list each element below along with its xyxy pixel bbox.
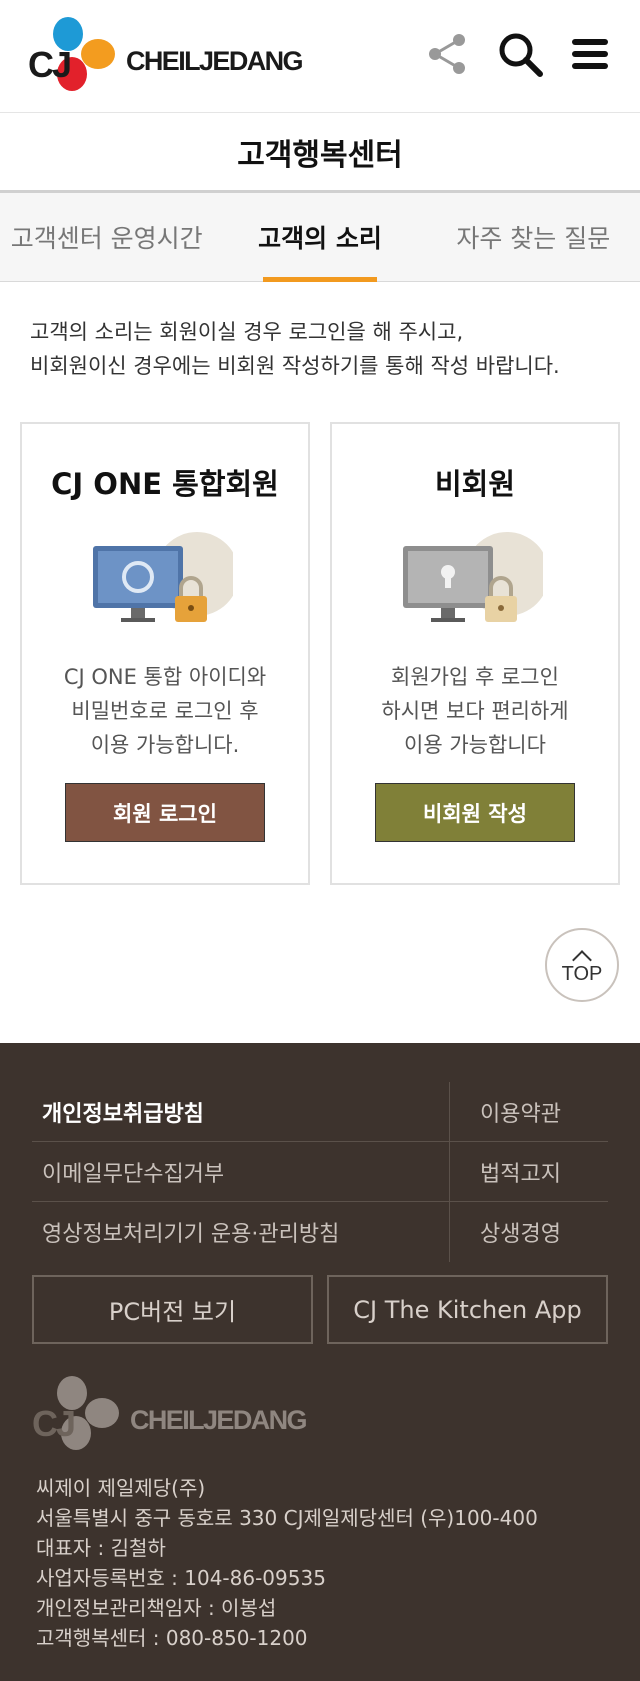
company-info: 씨제이 제일제당(주) 서울특별시 중구 동호로 330 CJ제일제당센터 (우… [36, 1473, 538, 1653]
site-header: CJ CHEILJEDANG [0, 0, 640, 113]
kitchen-app-button[interactable]: CJ The Kitchen App [327, 1275, 608, 1344]
tab-operating-hours[interactable]: 고객센터 운영시간 [0, 193, 213, 281]
guest-computer-lock-icon [403, 532, 543, 622]
footer-link-row: 영상정보처리기기 운용·관리방침 상생경영 [32, 1202, 608, 1262]
privacy-policy-link[interactable]: 개인정보취급방침 [32, 1082, 450, 1141]
company-name: 씨제이 제일제당(주) [36, 1476, 206, 1500]
logo-name-text: CHEILJEDANG [126, 46, 304, 76]
intro-line-1: 고객의 소리는 회원이실 경우 로그인을 해 주시고, [30, 320, 464, 344]
menu-icon[interactable] [566, 30, 614, 78]
business-number: 사업자등록번호 : 104-86-09535 [36, 1566, 326, 1590]
member-login-button[interactable]: 회원 로그인 [65, 783, 265, 842]
intro-text: 고객의 소리는 회원이실 경우 로그인을 해 주시고, 비회원이신 경우에는 비… [0, 282, 640, 422]
guest-card-title: 비회원 [434, 467, 516, 501]
logo-cj-text: CJ [28, 44, 72, 85]
scroll-top-button[interactable]: TOP [545, 928, 619, 1002]
member-computer-lock-icon [93, 532, 233, 622]
footer-logo-name-text: CHEILJEDANG [130, 1405, 308, 1435]
email-refusal-link[interactable]: 이메일무단수집거부 [32, 1142, 450, 1201]
terms-link[interactable]: 이용약관 [450, 1082, 608, 1141]
tab-customer-voice[interactable]: 고객의 소리 [213, 193, 426, 282]
footer-links: 개인정보취급방침 이용약관 이메일무단수집거부 법적고지 영상정보처리기기 운용… [32, 1082, 608, 1262]
share-icon[interactable] [423, 30, 471, 78]
site-footer: 개인정보취급방침 이용약관 이메일무단수집거부 법적고지 영상정보처리기기 운용… [0, 1043, 640, 1681]
footer-logo-cj-text: CJ [32, 1403, 76, 1444]
footer-link-row: 개인정보취급방침 이용약관 [32, 1082, 608, 1142]
cj-logo[interactable]: CJ CHEILJEDANG [28, 14, 304, 96]
tab-bar: 고객센터 운영시간 고객의 소리 자주 찾는 질문 [0, 193, 640, 282]
member-card-description: CJ ONE 통합 아이디와 비밀번호로 로그인 후 이용 가능합니다. [63, 665, 267, 757]
guest-card: 비회원 회원가입 후 로그인 하시면 보다 편리하게 이용 가능합니다 비회원 … [330, 422, 620, 885]
intro-line-2: 비회원이신 경우에는 비회원 작성하기를 통해 작성 바랍니다. [30, 354, 560, 378]
guest-card-description: 회원가입 후 로그인 하시면 보다 편리하게 이용 가능합니다 [381, 665, 569, 757]
member-card: CJ ONE 통합회원 CJ ONE 통합 아이디와 비밀번호로 로그인 후 이… [20, 422, 310, 885]
legal-notice-link[interactable]: 법적고지 [450, 1142, 608, 1201]
member-card-title: CJ ONE 통합회원 [51, 467, 279, 501]
top-area: TOP [0, 885, 640, 1043]
company-ceo: 대표자 : 김철하 [36, 1536, 166, 1560]
cctv-policy-link[interactable]: 영상정보처리기기 운용·관리방침 [32, 1202, 450, 1262]
company-address: 서울특별시 중구 동호로 330 CJ제일제당센터 (우)100-400 [36, 1506, 538, 1530]
pc-version-button[interactable]: PC버전 보기 [32, 1275, 313, 1344]
customer-center-phone: 고객행복센터 : 080-850-1200 [36, 1626, 308, 1650]
footer-buttons: PC버전 보기 CJ The Kitchen App [32, 1275, 608, 1344]
footer-logo: CJ CHEILJEDANG [32, 1373, 308, 1455]
login-options: CJ ONE 통합회원 CJ ONE 통합 아이디와 비밀번호로 로그인 후 이… [0, 422, 640, 885]
tab-faq[interactable]: 자주 찾는 질문 [427, 193, 640, 281]
search-icon[interactable] [496, 30, 544, 78]
guest-write-button[interactable]: 비회원 작성 [375, 783, 575, 842]
page-title: 고객행복센터 [0, 113, 640, 193]
win-win-management-link[interactable]: 상생경영 [450, 1202, 608, 1262]
privacy-officer: 개인정보관리책임자 : 이봉섭 [36, 1596, 277, 1620]
footer-link-row: 이메일무단수집거부 법적고지 [32, 1142, 608, 1202]
